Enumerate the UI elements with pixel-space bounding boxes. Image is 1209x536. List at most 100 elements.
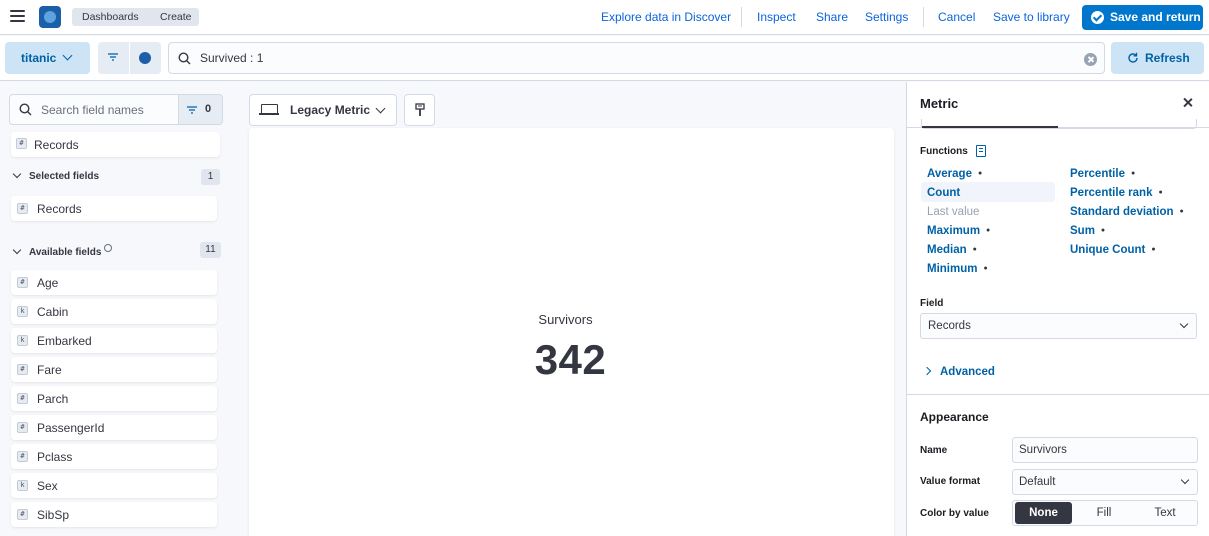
chevron-down-icon — [12, 245, 22, 255]
header-divider — [741, 7, 742, 27]
query-text: Survived : 1 — [200, 51, 264, 65]
field-select-value: Records — [928, 320, 971, 332]
number-type-icon: # — [17, 393, 28, 404]
metric-chart-icon — [259, 104, 279, 115]
chevron-down-icon — [1179, 319, 1189, 329]
menu-icon[interactable] — [10, 10, 25, 23]
field-records-top[interactable]: # Records — [11, 132, 220, 157]
function-unique-count[interactable]: Unique Count — [1070, 244, 1156, 256]
field-item[interactable]: # PassengerId — [11, 415, 217, 440]
panel-section-divider — [907, 394, 1209, 395]
value-format-label: Value format — [920, 476, 981, 487]
vis-type-label: Legacy Metric — [290, 103, 371, 117]
advanced-toggle[interactable]: Advanced — [922, 366, 995, 378]
color-option-fill[interactable]: Fill — [1075, 502, 1133, 524]
field-records-selected[interactable]: # Records — [11, 196, 217, 221]
color-by-value-group: None Fill Text — [1012, 500, 1198, 526]
chevron-down-icon — [375, 103, 386, 114]
selected-fields-title[interactable]: Selected fields — [11, 169, 99, 182]
info-icon[interactable] — [104, 244, 113, 252]
field-select[interactable]: Records — [920, 313, 1197, 339]
filter-icon — [187, 106, 197, 114]
top-header: Dashboards Create Explore data in Discov… — [0, 0, 1209, 35]
number-type-icon: # — [17, 509, 28, 520]
advanced-label: Advanced — [940, 366, 995, 378]
clear-query-icon[interactable] — [1084, 53, 1097, 66]
field-name: Fare — [37, 363, 62, 377]
save-and-return-button[interactable]: Save and return — [1082, 5, 1203, 30]
field-name: Sex — [37, 479, 58, 493]
field-item[interactable]: k Embarked — [11, 328, 217, 353]
function-median[interactable]: Median — [927, 244, 977, 256]
settings-link[interactable]: Settings — [865, 9, 908, 25]
number-type-icon: # — [17, 451, 28, 462]
function-standard-deviation[interactable]: Standard deviation — [1070, 206, 1184, 218]
value-format-select[interactable]: Default — [1012, 469, 1198, 495]
function-minimum[interactable]: Minimum — [927, 263, 988, 275]
function-last-value[interactable]: Last value — [927, 206, 979, 218]
chevron-right-icon — [922, 366, 932, 376]
field-name: PassengerId — [37, 421, 105, 435]
color-option-text[interactable]: Text — [1135, 502, 1195, 524]
query-input[interactable]: Survived : 1 — [168, 42, 1105, 74]
field-item[interactable]: # Fare — [11, 357, 217, 382]
field-item[interactable]: # Age — [11, 270, 217, 295]
name-label: Name — [920, 445, 948, 456]
field-item[interactable]: # SibSp — [11, 502, 217, 527]
metric-value: 342 — [534, 336, 607, 383]
data-view-name: titanic — [21, 51, 57, 65]
field-search-placeholder: Search field names — [41, 103, 144, 117]
field-name: Parch — [37, 392, 69, 406]
field-filter-button[interactable]: 0 — [179, 94, 223, 125]
save-to-library-link[interactable]: Save to library — [993, 9, 1070, 25]
field-item[interactable]: # Parch — [11, 386, 217, 411]
field-item[interactable]: k Cabin — [11, 299, 217, 324]
function-average[interactable]: Average — [927, 168, 982, 180]
field-name: Records — [37, 202, 82, 216]
number-type-icon: # — [17, 364, 28, 375]
share-link[interactable]: Share — [816, 9, 848, 25]
app-logo-icon[interactable] — [39, 6, 61, 28]
close-icon[interactable] — [1182, 97, 1194, 109]
name-input[interactable]: Survivors — [1012, 437, 1198, 463]
query-bar: titanic Survived : 1 Refresh — [0, 36, 1209, 81]
chevron-down-icon — [12, 169, 22, 179]
search-icon — [19, 103, 32, 116]
breadcrumb-dashboards[interactable]: Dashboards — [72, 8, 159, 26]
data-view-picker[interactable]: titanic — [5, 42, 90, 74]
breadcrumb-create: Create — [152, 8, 199, 26]
keyword-type-icon: k — [17, 480, 28, 491]
documentation-icon[interactable] — [976, 145, 986, 157]
function-maximum[interactable]: Maximum — [927, 225, 990, 237]
function-count[interactable]: Count — [927, 187, 960, 199]
function-percentile-rank[interactable]: Percentile rank — [1070, 187, 1163, 199]
refresh-label: Refresh — [1145, 51, 1190, 65]
chevron-down-icon — [1180, 475, 1190, 485]
explore-discover-link[interactable]: Explore data in Discover — [601, 9, 731, 25]
field-item[interactable]: k Sex — [11, 473, 217, 498]
brush-icon — [415, 103, 425, 116]
cancel-link[interactable]: Cancel — [938, 9, 975, 25]
field-search-input[interactable]: Search field names — [9, 94, 179, 125]
color-by-value-label: Color by value — [920, 508, 989, 519]
inspect-link[interactable]: Inspect — [757, 9, 796, 25]
color-option-none[interactable]: None — [1015, 502, 1072, 524]
add-filter-button[interactable] — [130, 42, 161, 74]
method-tabs[interactable] — [921, 119, 1197, 129]
keyword-type-icon: k — [17, 335, 28, 346]
function-sum[interactable]: Sum — [1070, 225, 1105, 237]
palette-button[interactable] — [404, 94, 435, 126]
field-name: Embarked — [37, 334, 92, 348]
visualization-type-switcher[interactable]: Legacy Metric — [249, 94, 397, 126]
function-percentile[interactable]: Percentile — [1070, 168, 1135, 180]
save-and-return-label: Save and return — [1110, 10, 1201, 24]
available-fields-title[interactable]: Available fields — [11, 244, 113, 258]
chevron-down-icon — [62, 50, 73, 61]
header-divider — [923, 7, 924, 27]
field-name: Records — [34, 138, 79, 152]
check-circle-icon — [1091, 11, 1104, 24]
field-item[interactable]: # Pclass — [11, 444, 217, 469]
filter-menu-button[interactable] — [98, 42, 129, 74]
refresh-button[interactable]: Refresh — [1111, 42, 1204, 74]
number-type-icon: # — [17, 422, 28, 433]
